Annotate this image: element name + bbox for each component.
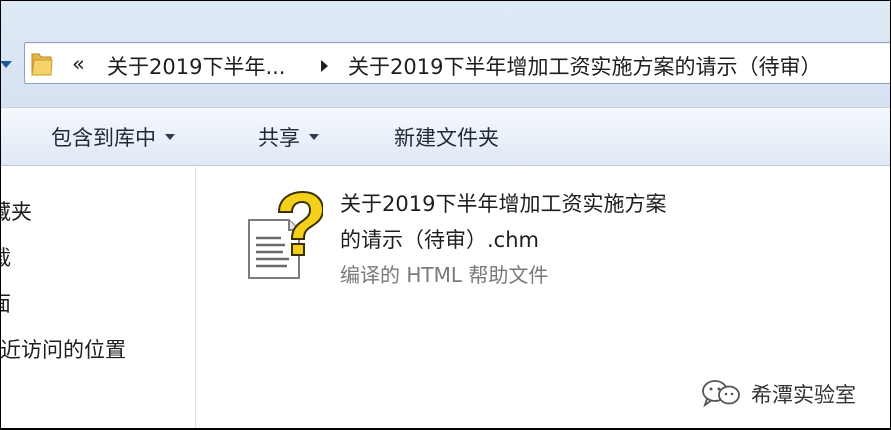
chm-help-file-icon xyxy=(248,190,323,279)
chevron-down-icon xyxy=(309,134,319,140)
watermark-text: 希潭实验室 xyxy=(751,383,856,407)
breadcrumb-parent-folder[interactable]: 关于2019下半年... xyxy=(107,51,285,81)
breadcrumb-overflow-button[interactable]: « xyxy=(72,52,85,76)
new-folder-button[interactable]: 新建文件夹 xyxy=(394,122,499,152)
history-dropdown-icon[interactable] xyxy=(0,61,12,68)
file-type-label: 编译的 HTML 帮助文件 xyxy=(340,263,549,287)
wechat-icon xyxy=(702,380,740,408)
include-in-library-label: 包含到库中 xyxy=(51,126,156,150)
address-strip: « 关于2019下半年... 关于2019下半年增加工资实施方案的请示（待审） xyxy=(0,0,891,107)
pane-divider[interactable] xyxy=(195,167,196,430)
file-name-line-1: 关于2019下半年增加工资实施方案 xyxy=(340,192,667,216)
file-name-line-2: 的请示（待审）.chm xyxy=(340,228,539,252)
nav-item-downloads[interactable]: 载 xyxy=(0,242,11,272)
share-button[interactable]: 共享 xyxy=(258,122,319,152)
share-label: 共享 xyxy=(258,126,300,150)
folder-icon xyxy=(31,53,53,76)
nav-item-favorites[interactable]: 藏夹 xyxy=(0,196,32,226)
chevron-down-icon xyxy=(165,134,175,140)
breadcrumb-separator-icon[interactable] xyxy=(321,60,328,72)
file-item[interactable]: 关于2019下半年增加工资实施方案 的请示（待审）.chm 编译的 HTML 帮… xyxy=(243,184,723,294)
command-bar: 包含到库中 共享 新建文件夹 xyxy=(0,107,891,166)
breadcrumb-current-folder[interactable]: 关于2019下半年增加工资实施方案的请示（待审） xyxy=(348,51,821,81)
watermark: 希潭实验室 xyxy=(700,376,880,410)
nav-item-recent-places[interactable]: 近访问的位置 xyxy=(0,334,126,364)
include-in-library-button[interactable]: 包含到库中 xyxy=(51,122,175,152)
address-bar[interactable]: « 关于2019下半年... 关于2019下半年增加工资实施方案的请示（待审） xyxy=(24,42,891,84)
nav-item-desktop[interactable]: 面 xyxy=(0,288,11,318)
